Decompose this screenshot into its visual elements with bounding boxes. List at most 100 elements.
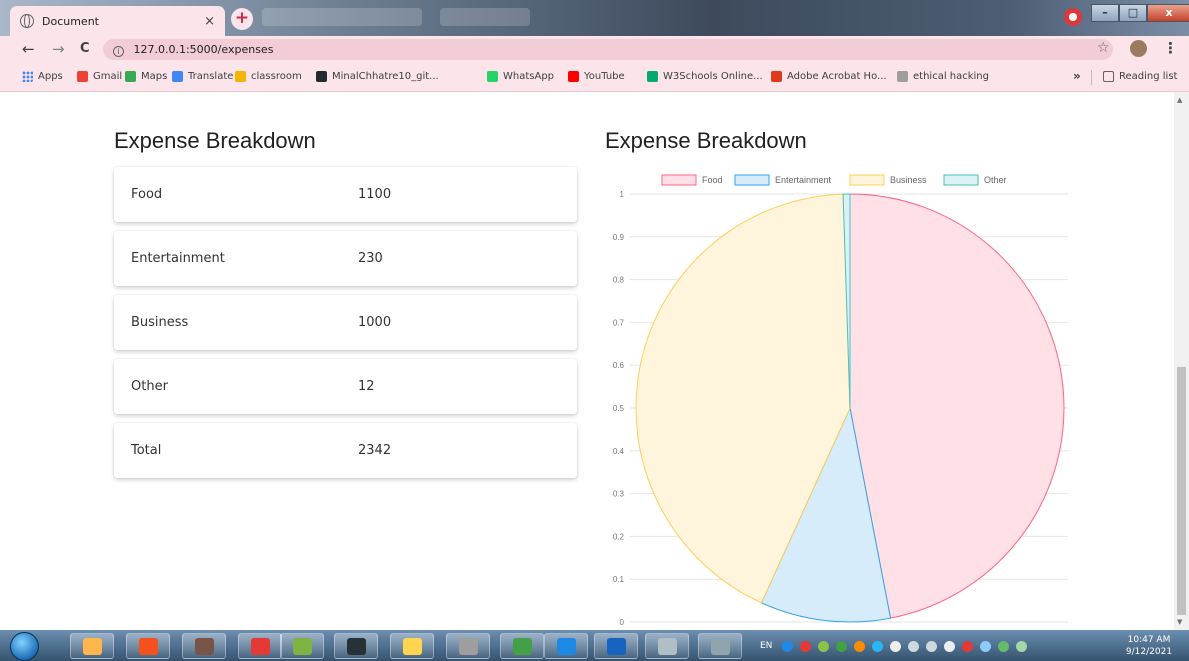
expense-value: 230 [358, 251, 383, 266]
taskbar-notepad-app[interactable] [280, 633, 324, 659]
expense-label: Total [131, 443, 162, 458]
scroll-thumb[interactable] [1177, 367, 1186, 615]
url-text: 127.0.0.1:5000/expenses [133, 43, 274, 56]
taskbar-files-app[interactable] [390, 633, 434, 659]
update-icon[interactable] [836, 640, 848, 652]
bookmark-whatsapp[interactable]: WhatsApp [487, 71, 554, 82]
pie-slice-food [849, 193, 1065, 619]
power-icon[interactable] [908, 640, 920, 652]
globe-icon [20, 14, 34, 28]
notification-icon[interactable] [854, 640, 866, 652]
url-input[interactable]: i 127.0.0.1:5000/expenses [103, 39, 1113, 60]
files-icon [403, 638, 422, 655]
bookmark-adobe-acrobat-ho[interactable]: Adobe Acrobat Ho... [771, 71, 887, 82]
legend-swatch [849, 174, 885, 186]
calendar-icon [459, 638, 478, 655]
bookmark-star-icon[interactable]: ☆ [1097, 40, 1110, 56]
scrollbar[interactable]: ▲ ▼ [1174, 92, 1189, 630]
expense-value: 2342 [358, 443, 392, 458]
taskbar-paint-app[interactable] [698, 633, 742, 659]
bookmark-ethical-hacking[interactable]: ethical hacking [897, 71, 989, 82]
reading-list-button[interactable]: Reading list [1103, 71, 1177, 82]
tab-close-icon[interactable]: × [204, 14, 215, 29]
scroll-down-icon[interactable]: ▼ [1177, 618, 1182, 626]
avatar[interactable] [1130, 40, 1147, 57]
menu-icon[interactable]: ⋮ [1163, 39, 1178, 57]
reload-button[interactable]: C [80, 40, 90, 58]
tab-document[interactable]: Document × [10, 6, 225, 36]
start-button[interactable] [10, 632, 39, 661]
y-tick-label: 0.6 [613, 361, 625, 370]
bookmark-label: classroom [251, 71, 302, 82]
info-icon[interactable]: i [113, 46, 124, 57]
database-icon [658, 638, 677, 655]
taskbar-terminal-app[interactable] [334, 633, 378, 659]
bookmarks-overflow-button[interactable]: » [1073, 69, 1081, 83]
battery-icon[interactable] [998, 640, 1010, 652]
bookmark-apps[interactable]: Apps [22, 71, 63, 82]
vscode-icon [607, 638, 626, 655]
bookmark-minalchhatre10-git[interactable]: MinalChhatre10_git... [316, 71, 439, 82]
expense-value: 1000 [358, 315, 392, 330]
clock-time: 10:47 AM [1127, 635, 1171, 645]
expense-label: Entertainment [131, 251, 225, 266]
background-tab[interactable] [440, 8, 530, 26]
taskbar-word-app[interactable] [544, 633, 588, 659]
app-tray-icon[interactable] [1016, 640, 1028, 652]
taskbar-torrent-app[interactable] [500, 633, 544, 659]
help-icon[interactable] [782, 640, 794, 652]
bookmark-label: Maps [141, 71, 168, 82]
bookmark-icon [487, 71, 498, 82]
bookmark-maps[interactable]: Maps [125, 71, 167, 82]
network-icon[interactable] [872, 640, 884, 652]
clock-date: 9/12/2021 [1125, 647, 1173, 657]
bookmark-w3schools-online[interactable]: W3Schools Online... [647, 71, 763, 82]
clock[interactable]: 10:47 AM 9/12/2021 [1114, 634, 1184, 658]
taskbar-office-app[interactable] [126, 633, 170, 659]
scroll-up-icon[interactable]: ▲ [1177, 96, 1182, 104]
volume-icon[interactable] [890, 640, 902, 652]
reading-list-label: Reading list [1119, 71, 1178, 82]
background-tab[interactable] [262, 8, 422, 26]
torrent-icon [513, 638, 532, 655]
legend-swatch [943, 174, 979, 186]
expense-value: 1100 [358, 187, 392, 202]
taskbar-photos-app[interactable] [182, 633, 226, 659]
bookmark-translate[interactable]: Translate [172, 71, 233, 82]
taskbar-explorer-app[interactable] [70, 633, 114, 659]
address-bar-row: ← → C i 127.0.0.1:5000/expenses [0, 36, 1189, 63]
browser-profile-icon[interactable] [1064, 8, 1082, 26]
language-indicator[interactable]: EN [760, 641, 772, 651]
device-icon[interactable] [980, 640, 992, 652]
bookmark-classroom[interactable]: classroom [235, 71, 302, 82]
legend-label: Business [890, 175, 927, 185]
bookmark-icon [647, 71, 658, 82]
taskbar-vscode-app[interactable] [594, 633, 638, 659]
notepad-icon [293, 638, 312, 655]
bookmark-gmail[interactable]: Gmail [77, 71, 122, 82]
new-tab-button[interactable]: + [231, 8, 253, 30]
legend-swatch [661, 174, 697, 186]
bookmark-youtube[interactable]: YouTube [568, 71, 625, 82]
bookmark-label: Translate [188, 71, 234, 82]
close-window-button[interactable]: x [1147, 4, 1189, 22]
sync-icon[interactable] [818, 640, 830, 652]
bluetooth-icon[interactable] [926, 640, 938, 652]
word-icon [557, 638, 576, 655]
flag-icon[interactable] [962, 640, 974, 652]
minimize-button[interactable]: – [1091, 4, 1119, 22]
expense-pie-chart[interactable]: 0 0.1 0.2 0.3 0.4 0.5 0.6 0.7 0.8 0.9 1 Food Enterta… [600, 170, 1070, 630]
forward-button[interactable]: → [52, 40, 65, 58]
y-tick-label: 0.4 [613, 447, 625, 456]
bookmark-icon [235, 71, 246, 82]
bookmark-label: W3Schools Online... [663, 71, 763, 82]
back-button[interactable]: ← [22, 40, 35, 58]
expense-label: Food [131, 187, 163, 202]
expense-label: Other [131, 379, 168, 394]
taskbar-calendar-app[interactable] [446, 633, 490, 659]
antivirus-icon[interactable] [800, 640, 812, 652]
taskbar-chrome-app[interactable] [238, 633, 282, 659]
taskbar-database-app[interactable] [645, 633, 689, 659]
signal-icon[interactable] [944, 640, 956, 652]
maximize-button[interactable]: □ [1119, 4, 1147, 22]
